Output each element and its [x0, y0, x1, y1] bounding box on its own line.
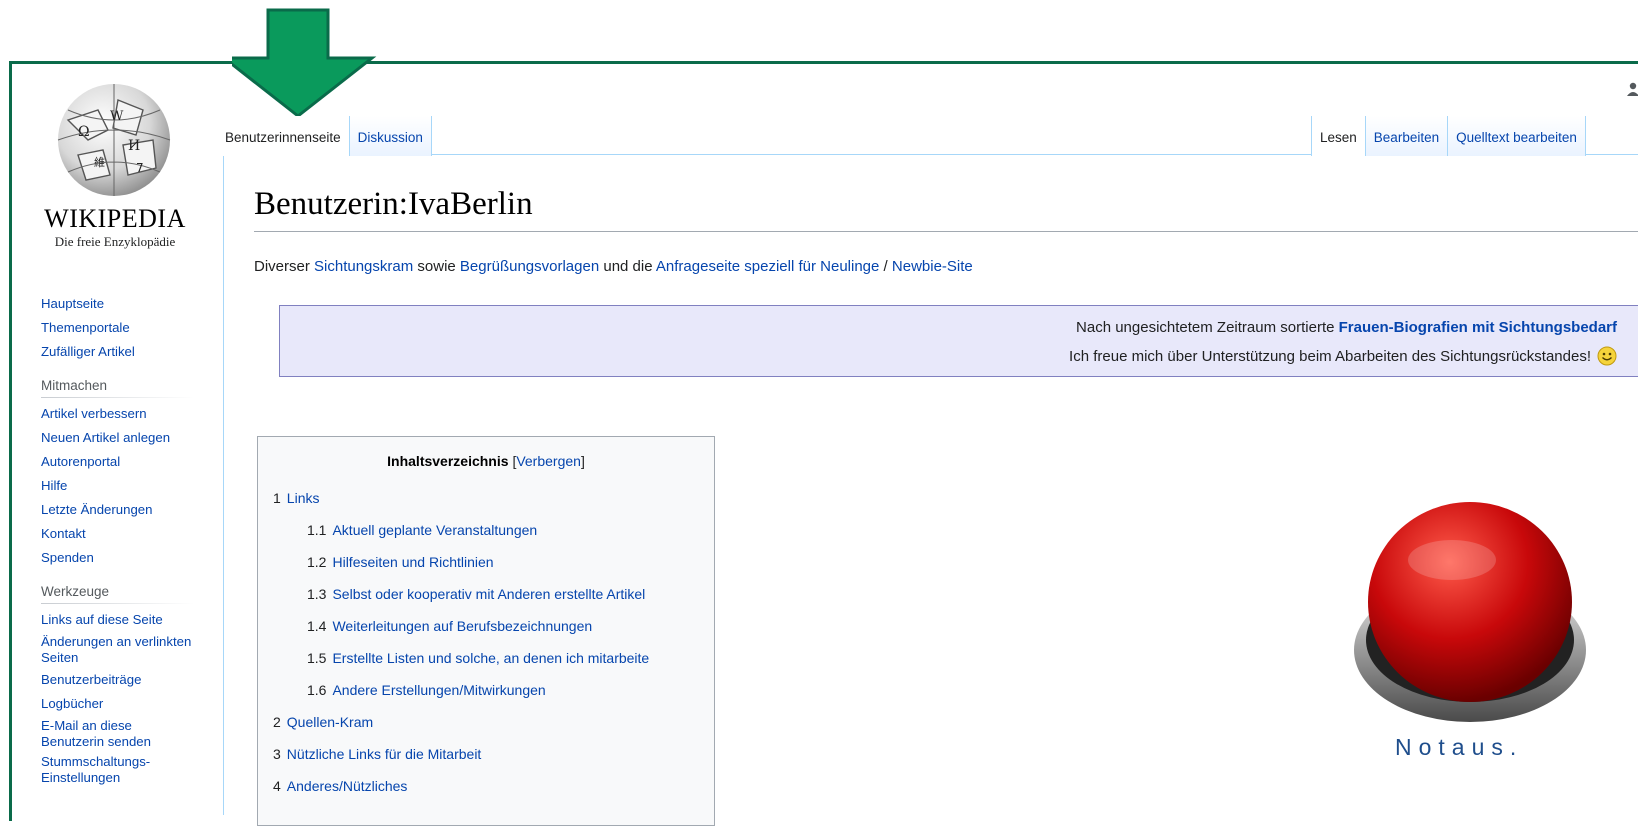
sidebar-item-benutzerbeitraege[interactable]: Benutzerbeiträge [41, 668, 193, 692]
sidebar-item-hilfe[interactable]: Hilfe [41, 474, 193, 498]
banner-line-1: Nach ungesichtetem Zeitraum sortierte Fr… [1076, 319, 1617, 336]
toc-link[interactable]: Erstellte Listen und solche, an denen ic… [332, 650, 649, 666]
toc-number: 1.6 [307, 682, 327, 698]
sidebar-item-email[interactable]: E-Mail an diese Benutzerin senden [41, 716, 193, 752]
intro-text: und die [599, 258, 656, 275]
view-tabs: Lesen Bearbeiten Quelltext bearbeiten [1311, 116, 1586, 156]
smiley-icon [1597, 346, 1617, 366]
pointer-arrow-icon [232, 8, 377, 118]
svg-text:W: W [110, 109, 124, 124]
toc-link[interactable]: Quellen-Kram [287, 714, 373, 730]
link-newbie-site[interactable]: Newbie-Site [892, 258, 973, 275]
link-frauen-biografien[interactable]: Frauen-Biografien mit Sichtungsbedarf [1339, 319, 1617, 336]
wikipedia-globe-logo[interactable]: Ω W И 維 7 [48, 80, 180, 198]
sidebar-heading-werkzeuge[interactable]: Werkzeuge [41, 584, 193, 604]
toc-number: 1.1 [307, 522, 327, 538]
tab-benutzerinnenseite[interactable]: Benutzerinnenseite [223, 116, 350, 156]
sidebar-item-artikel-verbessern[interactable]: Artikel verbessern [41, 402, 193, 426]
toc-number: 1.4 [307, 618, 327, 634]
notaus-label: Notaus. [1395, 734, 1524, 760]
toc-item[interactable]: 1.5 Erstellte Listen und solche, an denen… [273, 649, 649, 681]
user-icon[interactable] [1626, 82, 1638, 96]
tab-diskussion[interactable]: Diskussion [349, 116, 432, 156]
toc-item[interactable]: 1.3 Selbst oder kooperativ mit Anderen er… [273, 585, 649, 617]
toc-number: 4 [273, 778, 281, 794]
toc-link[interactable]: Aktuell geplante Veranstaltungen [332, 522, 537, 538]
wikipedia-tagline: Die freie Enzyklopädie [54, 234, 176, 249]
wikipedia-wordmark: WIKIPEDIA [44, 204, 186, 233]
sidebar-item-autorenportal[interactable]: Autorenportal [41, 450, 193, 474]
table-of-contents: Inhaltsverzeichnis [Verbergen] 1 Links 1.… [257, 436, 715, 826]
link-anfrageseite[interactable]: Anfrageseite speziell für Neulinge [656, 258, 879, 275]
intro-text: sowie [413, 258, 460, 275]
sidebar-item-aenderungen-verlinkt[interactable]: Änderungen an verlinkten Seiten [41, 632, 193, 668]
toc-title: Inhaltsverzeichnis [387, 453, 509, 469]
toc-link[interactable]: Weiterleitungen auf Berufsbezeichnungen [332, 618, 592, 634]
toc-header: Inhaltsverzeichnis [Verbergen] [258, 453, 714, 469]
sidebar-item-themenportale[interactable]: Themenportale [41, 316, 193, 340]
intro-text: / [879, 258, 892, 275]
emergency-stop-button[interactable] [1352, 500, 1588, 732]
intro-line: Diverser Sichtungskram sowie Begrüßungsv… [254, 258, 973, 275]
toc-item[interactable]: 3 Nützliche Links für die Mitarbeit [273, 745, 649, 777]
link-begruessungsvorlagen[interactable]: Begrüßungsvorlagen [460, 258, 599, 275]
toc-link[interactable]: Links [287, 490, 320, 506]
sidebar-item-stummschaltung[interactable]: Stummschaltungs-Einstellungen [41, 752, 193, 788]
sidebar-navigation: Hauptseite Themenportale Zufälliger Arti… [41, 292, 193, 364]
sidebar-item-zufaelliger-artikel[interactable]: Zufälliger Artikel [41, 340, 193, 364]
intro-text: Diverser [254, 258, 315, 275]
toc-number: 1.2 [307, 554, 327, 570]
banner-line-2: Ich freue mich über Unterstützung beim A… [1069, 346, 1617, 366]
sidebar-divider [223, 155, 224, 815]
tab-quelltext-bearbeiten[interactable]: Quelltext bearbeiten [1448, 116, 1586, 156]
toc-number: 1 [273, 490, 281, 506]
toc-item[interactable]: 1.1 Aktuell geplante Veranstaltungen [273, 521, 649, 553]
svg-text:И: И [128, 138, 140, 154]
toc-number: 1.5 [307, 650, 327, 666]
sidebar-item-letzte-aenderungen[interactable]: Letzte Änderungen [41, 498, 193, 522]
toc-number: 2 [273, 714, 281, 730]
svg-text:Ω: Ω [78, 124, 90, 140]
sidebar-mitmachen: Artikel verbessern Neuen Artikel anlegen… [41, 402, 193, 570]
sidebar-item-spenden[interactable]: Spenden [41, 546, 193, 570]
banner-text-2: Ich freue mich über Unterstützung beim A… [1069, 347, 1591, 365]
tab-lesen[interactable]: Lesen [1311, 116, 1366, 156]
toc-link[interactable]: Hilfeseiten und Richtlinien [332, 554, 493, 570]
link-sichtungskram[interactable]: Sichtungskram [314, 258, 413, 275]
page-title: Benutzerin:IvaBerlin [254, 186, 533, 222]
toc-item[interactable]: 2 Quellen-Kram [273, 713, 649, 745]
toc-item[interactable]: 1.2 Hilfeseiten und Richtlinien [273, 553, 649, 585]
toc-item[interactable]: 1.6 Andere Erstellungen/Mitwirkungen [273, 681, 649, 713]
banner-text: Nach ungesichtetem Zeitraum sortierte [1076, 319, 1339, 336]
sidebar-item-hauptseite[interactable]: Hauptseite [41, 292, 193, 316]
sichtung-banner: Nach ungesichtetem Zeitraum sortierte Fr… [279, 305, 1638, 377]
sidebar-heading-mitmachen[interactable]: Mitmachen [41, 378, 193, 398]
toc-link[interactable]: Anderes/Nützliches [287, 778, 408, 794]
sidebar-item-neuen-artikel[interactable]: Neuen Artikel anlegen [41, 426, 193, 450]
tab-bearbeiten[interactable]: Bearbeiten [1365, 116, 1449, 156]
sidebar: Hauptseite Themenportale Zufälliger Arti… [41, 292, 193, 788]
sidebar-werkzeuge: Links auf diese Seite Änderungen an verl… [41, 608, 193, 788]
toc-bracket: ] [580, 453, 585, 469]
toc-list: 1 Links 1.1 Aktuell geplante Veranstaltung… [273, 489, 649, 809]
sidebar-item-logbuecher[interactable]: Logbücher [41, 692, 193, 716]
toc-link[interactable]: Andere Erstellungen/Mitwirkungen [332, 682, 545, 698]
sidebar-item-kontakt[interactable]: Kontakt [41, 522, 193, 546]
toc-item[interactable]: 4 Anderes/Nützliches [273, 777, 649, 809]
namespace-tabs: Benutzerinnenseite Diskussion [223, 116, 432, 156]
toc-item[interactable]: 1.4 Weiterleitungen auf Berufsbezeichnung… [273, 617, 649, 649]
svg-text:7: 7 [136, 161, 144, 175]
toc-link[interactable]: Selbst oder kooperativ mit Anderen erste… [332, 586, 645, 602]
toc-number: 3 [273, 746, 281, 762]
toc-number: 1.3 [307, 586, 327, 602]
toc-item[interactable]: 1 Links [273, 489, 649, 521]
toc-link[interactable]: Nützliche Links für die Mitarbeit [287, 746, 482, 762]
svg-text:維: 維 [94, 156, 105, 169]
toc-toggle-link[interactable]: Verbergen [516, 453, 581, 469]
title-divider [254, 231, 1638, 232]
sidebar-item-links-auf-seite[interactable]: Links auf diese Seite [41, 608, 193, 632]
